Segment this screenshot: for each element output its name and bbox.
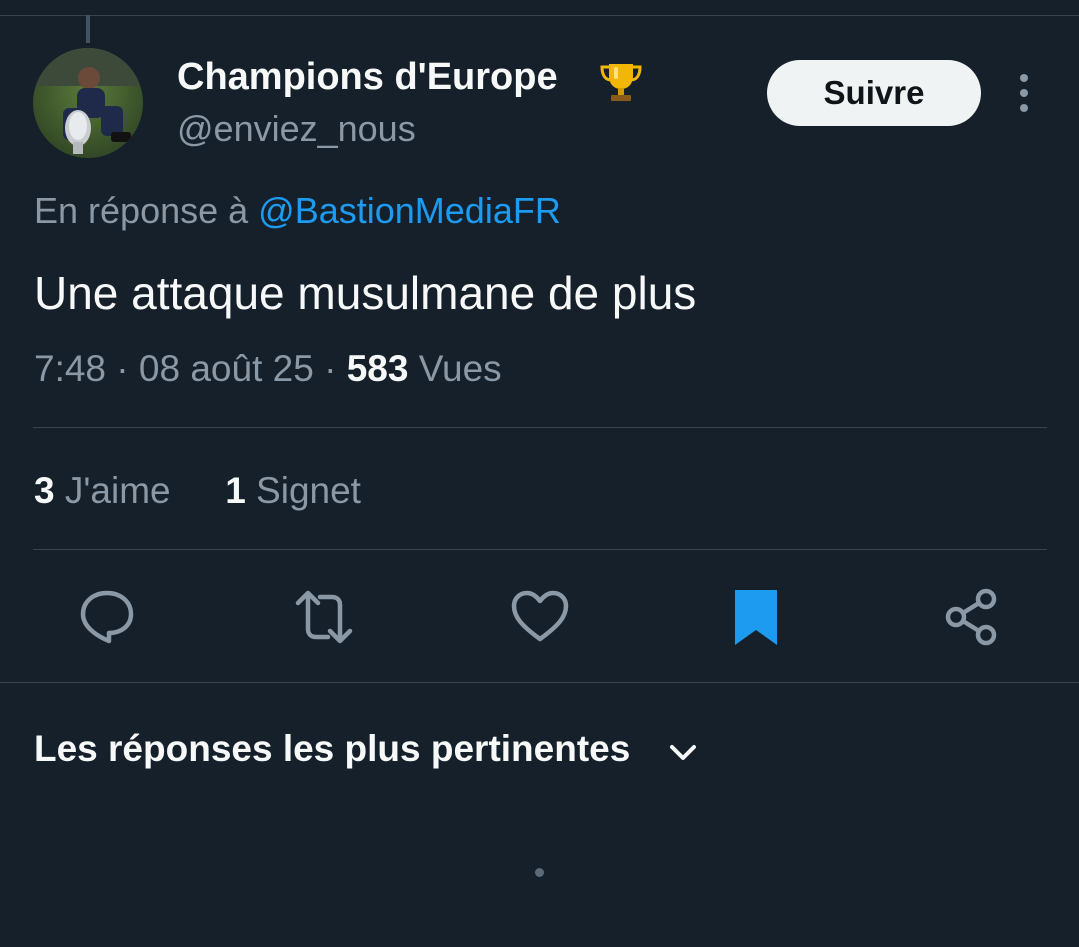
likes-count[interactable]: 3 bbox=[34, 470, 55, 511]
separator: · bbox=[116, 348, 129, 389]
like-icon[interactable] bbox=[508, 585, 572, 649]
tweet-date[interactable]: 08 août 25 bbox=[139, 348, 314, 389]
reply-mention-link[interactable]: @BastionMediaFR bbox=[258, 190, 561, 231]
user-handle[interactable]: @enviez_nous bbox=[177, 108, 416, 150]
chevron-down-icon[interactable] bbox=[666, 735, 700, 769]
retweet-icon[interactable] bbox=[292, 585, 356, 649]
divider bbox=[33, 549, 1047, 550]
section-divider bbox=[0, 682, 1079, 683]
divider bbox=[33, 427, 1047, 428]
tweet-time[interactable]: 7:48 bbox=[34, 348, 106, 389]
thread-connector-line bbox=[86, 15, 90, 43]
views-count[interactable]: 583 bbox=[347, 348, 409, 389]
tweet-text: Une attaque musulmane de plus bbox=[34, 267, 697, 319]
separator: · bbox=[324, 348, 337, 389]
likes-label[interactable]: J'aime bbox=[65, 470, 171, 511]
bookmarks-label[interactable]: Signet bbox=[256, 470, 361, 511]
top-divider bbox=[0, 15, 1079, 16]
bookmarks-count[interactable]: 1 bbox=[225, 470, 246, 511]
more-options-icon[interactable] bbox=[1006, 70, 1042, 116]
reply-prefix: En réponse à bbox=[34, 190, 249, 231]
bookmark-icon[interactable] bbox=[724, 585, 788, 649]
share-icon[interactable] bbox=[939, 585, 1003, 649]
engagement-stats: 3 J'aime 1 Signet bbox=[34, 470, 361, 512]
reply-context: En réponse à @BastionMediaFR bbox=[34, 190, 561, 232]
reply-icon[interactable] bbox=[75, 585, 139, 649]
replies-sort-toggle[interactable]: Les réponses les plus pertinentes bbox=[34, 728, 630, 770]
trophy-icon bbox=[600, 64, 642, 101]
views-label[interactable]: Vues bbox=[419, 348, 502, 389]
tweet-detail-page: Champions d'Europe @enviez_nous Suivre E… bbox=[0, 0, 1079, 947]
tweet-metadata: 7:48 · 08 août 25 · 583 Vues bbox=[34, 348, 502, 390]
display-name[interactable]: Champions d'Europe bbox=[177, 56, 558, 99]
loading-indicator bbox=[535, 868, 544, 877]
follow-button[interactable]: Suivre bbox=[767, 60, 981, 126]
avatar[interactable] bbox=[33, 48, 143, 158]
